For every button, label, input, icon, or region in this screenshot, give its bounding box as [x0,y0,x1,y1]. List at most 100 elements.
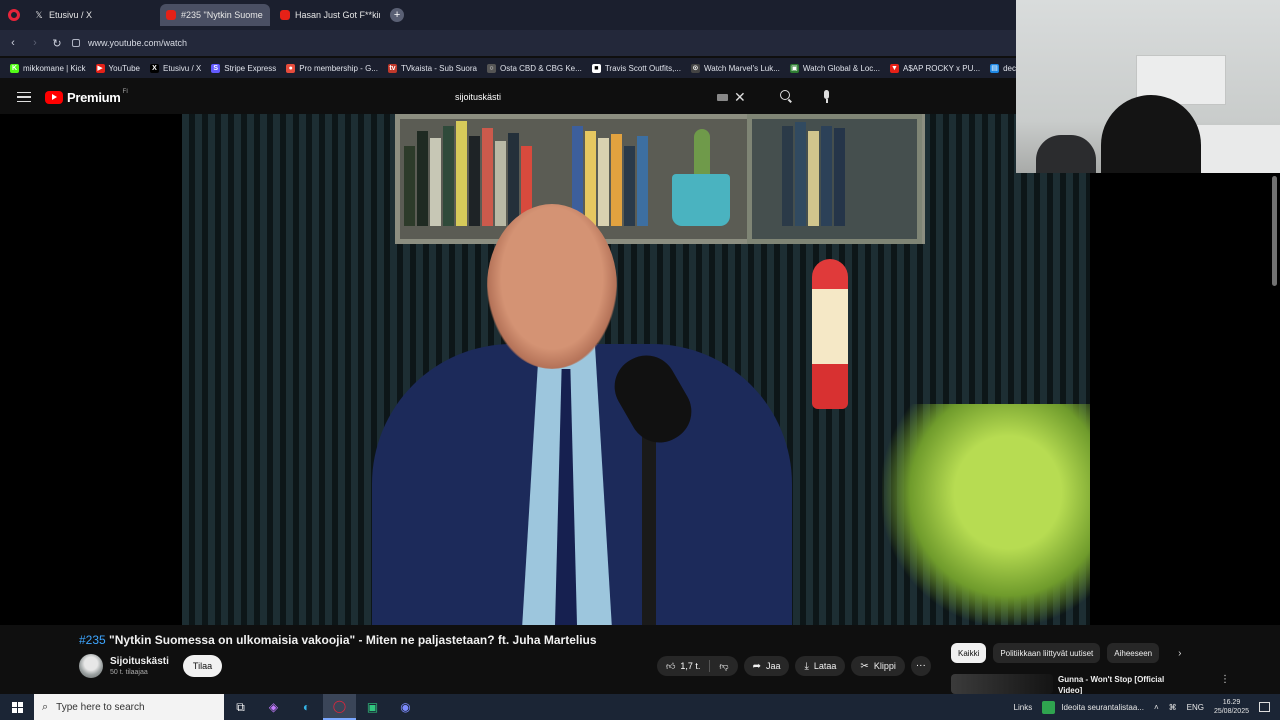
youtube-header: Premium FI ✕ [0,80,1016,114]
keyboard-icon[interactable] [717,93,728,101]
bookmark-item[interactable]: ● Pro membership - G... [286,63,378,73]
bookmark-label: Watch Global & Loc... [802,63,880,73]
country-code: FI [122,89,128,95]
bookmark-label: deceive [1003,63,1016,73]
edge-icon[interactable]: ◐ [290,694,323,720]
bookmark-item[interactable]: Kmikkomane | Kick [10,63,86,73]
lock-icon [72,39,80,47]
chevron-right-icon[interactable]: › [1178,648,1181,659]
bookmark-label: Osta CBD & CBG Ke... [500,63,582,73]
video-player[interactable] [0,114,1280,625]
bookmark-favicon-icon: ▣ [789,63,799,73]
channel-avatar[interactable] [79,654,103,678]
bookmark-favicon-icon: ⊙ [690,63,700,73]
address-bar: ‹ › ↻ www.youtube.com/watch [0,30,1016,56]
back-icon[interactable]: ‹ [2,37,24,49]
recommended-video[interactable]: Gunna - Won't Stop [Official Video] ⋮ [951,674,1271,694]
share-icon: ➦ [752,660,761,672]
bookmark-favicon-icon: ● [286,63,296,73]
clock[interactable]: 16.29 25/08/2025 [1214,698,1249,716]
task-view-icon[interactable]: ⧉ [224,694,257,720]
tab-youtube-active[interactable]: #235 "Nytkin Suome [160,4,271,26]
recommendation-chips: Kaikki Politiikkaan liittyvät uutiset Ai… [951,643,1181,663]
channel-name[interactable]: Sijoituskästi [110,656,169,667]
bookmark-item[interactable]: ▼ A$AP ROCKY x PU... [889,63,980,73]
bookmark-label: Watch Marvel's Luk... [703,63,780,73]
download-button[interactable]: ⤓ Lataa [795,656,846,676]
like-button[interactable]: 👍︎ 1,7 t. [657,661,709,672]
thumbs-down-icon: 👎︎ [719,660,729,671]
bookmark-label: Travis Scott Outfits,... [604,63,681,73]
dislike-button[interactable]: 👎︎ [710,661,737,672]
new-tab-button[interactable]: + [390,8,405,22]
app-green-icon[interactable]: ▣ [356,694,389,720]
tab-label: Etusivu / X [49,10,93,20]
bookmark-item[interactable]: ▣ Watch Global & Loc... [789,63,880,73]
language-indicator[interactable]: ENG [1187,703,1204,712]
subscribe-button[interactable]: Tilaa [182,655,223,677]
youtube-logo[interactable]: Premium FI [45,89,128,105]
taskbar-search[interactable]: ⌕ Type here to search [34,694,224,720]
menu-icon[interactable] [17,89,31,106]
start-button[interactable] [0,694,34,720]
bookmark-item[interactable]: X Etusivu / X [149,63,201,73]
windows-logo-icon [11,701,23,713]
chip-all[interactable]: Kaikki [951,643,987,663]
streamer [1101,95,1201,173]
search-icon: ⌕ [42,700,49,713]
discord-icon[interactable]: ◉ [389,694,422,720]
search-icon[interactable] [778,89,794,105]
chip-politics-news[interactable]: Politiikkaan liittyvät uutiset [993,643,1101,663]
microphone-icon[interactable] [819,89,835,105]
tray-chevron-up-icon[interactable]: ˄ [1154,703,1159,712]
bookmark-favicon-icon: ▼ [889,63,899,73]
monstera-plant [882,404,1090,625]
clip-label: Klippi [873,661,896,671]
network-icon[interactable]: ⌘ [1169,703,1177,712]
bookmarks-bar: Kmikkomane | Kick ▶ YouTube X Etusivu / X S St… [0,58,1016,78]
opera-logo-icon[interactable] [8,9,20,21]
url-text: www.youtube.com/watch [88,38,188,48]
windows-taskbar: ⌕ Type here to search ⧉ ◈ ◐ ◯ ▣ ◉ Links … [0,694,1280,720]
clip-button[interactable]: ✂ Klippi [851,656,905,676]
rocket-lamp [812,259,848,409]
links-toolbar[interactable]: Links [1014,703,1033,712]
opera-icon[interactable]: ◯ [323,694,356,720]
taskbar-search-placeholder: Type here to search [56,701,145,713]
episode-hashtag[interactable]: #235 [79,633,106,647]
clear-search-icon[interactable]: ✕ [734,90,746,104]
bookmark-item[interactable]: ▤deceive [990,63,1016,73]
tab-x[interactable]: 𝕏 Etusivu / X [28,4,98,26]
tab-youtube-hasan[interactable]: Hasan Just Got F**king Ob [274,4,380,26]
recommended-title[interactable]: Gunna - Won't Stop [Official Video] [1058,674,1188,694]
share-label: Jaa [765,661,781,671]
notification-icon[interactable] [1259,702,1270,712]
copilot-icon[interactable]: ◈ [257,694,290,720]
x-logo-icon: 𝕏 [35,10,43,20]
search-input[interactable] [447,85,717,109]
like-count: 1,7 t. [680,661,701,671]
like-dislike-group: 👍︎ 1,7 t. 👎︎ [657,656,738,676]
logo-text: Premium [67,89,121,105]
bookmark-item[interactable]: tv TVkaista - Sub Suora [387,63,477,73]
news-widget-icon[interactable] [1042,700,1056,714]
share-button[interactable]: ➦ Jaa [743,656,790,676]
bookmark-item[interactable]: ■ Travis Scott Outfits,... [591,63,681,73]
bookmark-favicon-icon: ○ [487,63,496,73]
bookmark-item[interactable]: ▶ YouTube [95,63,140,73]
plant-pot [672,174,730,226]
download-label: Lataa [813,661,837,671]
url-field[interactable]: www.youtube.com/watch [72,38,187,48]
forward-icon[interactable]: › [24,37,46,49]
bookmark-item[interactable]: ○ Osta CBD & CBG Ke... [487,63,582,73]
bookmark-item[interactable]: ⊙ Watch Marvel's Luk... [690,63,780,73]
page-scrollbar[interactable] [1272,176,1277,286]
more-actions-button[interactable]: ··· [910,656,931,676]
news-widget-text[interactable]: Ideoita seurantalistaa... [1061,703,1144,712]
recommended-thumbnail[interactable] [951,674,1053,694]
kebab-menu-icon[interactable]: ⋮ [1220,674,1230,694]
chip-related[interactable]: Aiheeseen [1107,643,1160,663]
microphone-arm [642,434,656,625]
reload-icon[interactable]: ↻ [46,37,68,50]
bookmark-item[interactable]: S Stripe Express [211,63,276,73]
